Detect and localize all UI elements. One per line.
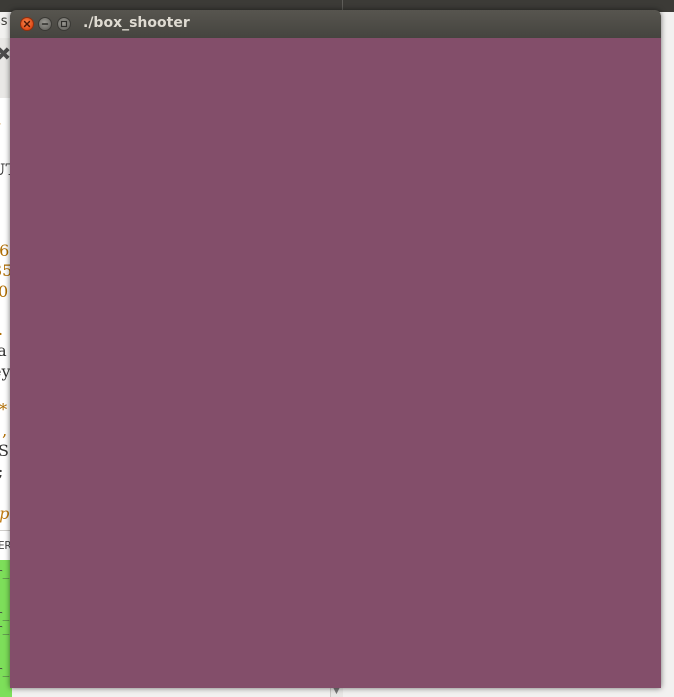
maximize-button[interactable] bbox=[57, 17, 71, 31]
code-line: . bbox=[0, 320, 3, 340]
minimize-button[interactable] bbox=[38, 17, 52, 31]
terminal-line: r_ bbox=[0, 664, 10, 677]
code-line: ey bbox=[0, 362, 11, 381]
code-line: 1, bbox=[0, 421, 8, 440]
maximize-icon bbox=[60, 20, 68, 28]
close-icon bbox=[23, 20, 31, 28]
code-line: 6 bbox=[0, 241, 10, 260]
code-line: p bbox=[0, 504, 10, 523]
box-shooter-window: ./box_shooter bbox=[10, 10, 661, 688]
code-line: * bbox=[0, 400, 7, 420]
terminal-line: r_ bbox=[0, 566, 10, 579]
terminal-line: r_ bbox=[0, 622, 10, 635]
code-line: la bbox=[0, 341, 7, 360]
close-button[interactable] bbox=[20, 17, 34, 31]
terminal-line: r_ bbox=[0, 608, 10, 621]
window-title: ./box_shooter bbox=[83, 15, 190, 31]
game-canvas[interactable] bbox=[10, 38, 661, 688]
code-line: ; bbox=[0, 462, 3, 482]
window-titlebar[interactable]: ./box_shooter bbox=[10, 10, 661, 38]
code-line: S bbox=[0, 441, 9, 460]
desktop: ss ✖ / UT 6 35 0 . la ey * 1, S ; p ER r… bbox=[0, 0, 674, 697]
background-tab-label[interactable]: ss bbox=[0, 14, 8, 29]
minimize-icon bbox=[41, 23, 49, 25]
code-line: 0 bbox=[0, 282, 9, 301]
